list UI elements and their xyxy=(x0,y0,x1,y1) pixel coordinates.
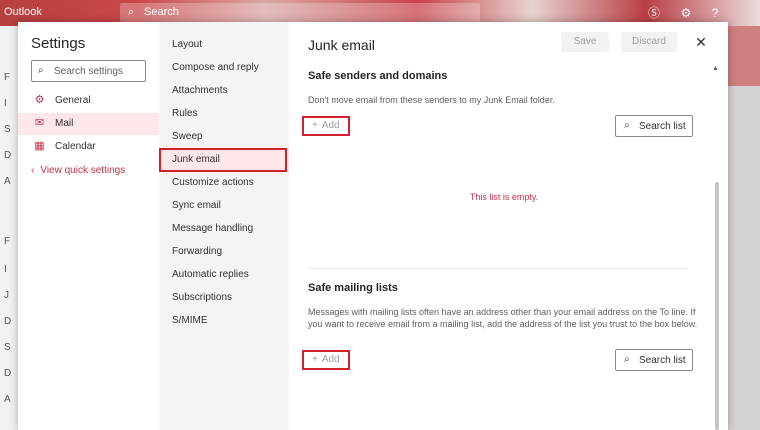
settings-dialog: Settings ⌕ Search settings ⚙ General ✉ M… xyxy=(18,22,728,430)
category-general[interactable]: ⚙ General xyxy=(18,90,159,112)
rail-letter: I xyxy=(4,264,7,275)
nav-label: Customize actions xyxy=(172,177,254,188)
rail-letter: F xyxy=(4,236,11,247)
rail-letter: D xyxy=(4,150,12,161)
search-icon: ⌕ xyxy=(624,120,630,131)
calendar-icon: ▦ xyxy=(34,140,45,152)
nav-automatic-replies[interactable]: Automatic replies xyxy=(159,264,289,286)
section-divider xyxy=(308,268,688,269)
safe-mailing-description: Messages with mailing lists often have a… xyxy=(308,307,698,329)
category-label: General xyxy=(55,95,91,106)
settings-search-input[interactable]: ⌕ Search settings xyxy=(31,60,146,82)
discard-button[interactable]: Discard xyxy=(621,32,677,52)
rail-letter: A xyxy=(4,394,11,405)
add-mailing-list-button[interactable]: + Add xyxy=(302,350,350,370)
safe-mailing-search-list-button[interactable]: ⌕ Search list xyxy=(615,349,693,371)
scrollbar-thumb[interactable] xyxy=(715,182,719,430)
safe-senders-title: Safe senders and domains xyxy=(308,70,448,82)
save-button[interactable]: Save xyxy=(561,32,609,52)
category-calendar[interactable]: ▦ Calendar xyxy=(18,136,159,158)
nav-customize-actions[interactable]: Customize actions xyxy=(159,172,289,194)
nav-label: Message handling xyxy=(172,223,254,234)
plus-icon: + xyxy=(312,354,318,365)
highlight-box xyxy=(159,148,287,172)
search-icon: ⌕ xyxy=(38,65,44,76)
category-label: Mail xyxy=(55,118,74,129)
add-button-content: + Add xyxy=(306,119,346,133)
app-left-rail: F I S D A F I J D S D A xyxy=(0,26,18,430)
add-safe-sender-button[interactable]: + Add xyxy=(302,116,350,136)
nav-label: Subscriptions xyxy=(172,292,233,303)
settings-categories-pane: Settings ⌕ Search settings ⚙ General ✉ M… xyxy=(18,22,159,430)
category-mail[interactable]: ✉ Mail xyxy=(18,113,159,135)
nav-label: Layout xyxy=(172,39,203,50)
nav-label: Attachments xyxy=(172,85,228,96)
nav-rules[interactable]: Rules xyxy=(159,103,289,125)
safe-senders-description: Don't move email from these senders to m… xyxy=(308,95,555,105)
rail-letter: I xyxy=(4,98,7,109)
junk-email-content: Junk email Save Discard ✕ ▲ Safe senders… xyxy=(289,22,728,430)
nav-sweep[interactable]: Sweep xyxy=(159,126,289,148)
app-right-background xyxy=(728,26,760,430)
skype-icon[interactable]: Ⓢ xyxy=(645,4,663,22)
search-list-label: Search list xyxy=(639,121,686,132)
mail-settings-nav: Layout Compose and reply Attachments Rul… xyxy=(159,22,289,430)
nav-label: Forwarding xyxy=(172,246,223,257)
add-label: Add xyxy=(321,120,340,131)
quick-settings-label: View quick settings xyxy=(40,165,126,176)
settings-title: Settings xyxy=(31,35,86,52)
empty-list-message: This list is empty. xyxy=(469,192,539,202)
nav-label: Automatic replies xyxy=(172,269,249,280)
search-icon: ⌕ xyxy=(128,6,135,18)
view-quick-settings-link[interactable]: ‹ View quick settings xyxy=(31,165,125,176)
nav-label: Sync email xyxy=(172,200,221,211)
app-name: Outlook xyxy=(4,6,42,18)
search-icon: ⌕ xyxy=(624,354,630,365)
rail-letter: S xyxy=(4,342,11,353)
rail-letter: D xyxy=(4,316,12,327)
chevron-left-icon: ‹ xyxy=(31,165,35,176)
rail-letter: A xyxy=(4,176,11,187)
plus-icon: + xyxy=(312,120,318,131)
global-search-placeholder: Search xyxy=(144,6,179,18)
rail-letter: F xyxy=(4,72,11,83)
page-title: Junk email xyxy=(308,37,375,53)
close-icon[interactable]: ✕ xyxy=(692,33,710,51)
nav-layout[interactable]: Layout xyxy=(159,34,289,56)
nav-subscriptions[interactable]: Subscriptions xyxy=(159,287,289,309)
nav-label: Rules xyxy=(172,108,198,119)
nav-message-handling[interactable]: Message handling xyxy=(159,218,289,240)
mail-icon: ✉ xyxy=(34,117,45,129)
global-search-box[interactable]: ⌕ Search xyxy=(120,3,480,22)
nav-attachments[interactable]: Attachments xyxy=(159,80,289,102)
scroll-up-arrow[interactable]: ▲ xyxy=(712,65,719,72)
add-button-content: + Add xyxy=(306,353,346,367)
nav-compose-and-reply[interactable]: Compose and reply xyxy=(159,57,289,79)
nav-sync-email[interactable]: Sync email xyxy=(159,195,289,217)
safe-mailing-title: Safe mailing lists xyxy=(308,282,398,294)
gear-icon: ⚙ xyxy=(34,94,45,106)
nav-forwarding[interactable]: Forwarding xyxy=(159,241,289,263)
category-label: Calendar xyxy=(55,141,96,152)
gear-icon[interactable]: ⚙ xyxy=(677,4,695,22)
add-label: Add xyxy=(321,354,340,365)
decorative-banner xyxy=(728,26,760,86)
nav-smime[interactable]: S/MIME xyxy=(159,310,289,332)
search-list-label: Search list xyxy=(639,355,686,366)
settings-search-placeholder: Search settings xyxy=(54,66,123,77)
nav-label: Sweep xyxy=(172,131,203,142)
rail-letter: S xyxy=(4,124,11,135)
rail-letter: J xyxy=(4,290,9,301)
help-icon[interactable]: ? xyxy=(706,4,724,22)
safe-senders-search-list-button[interactable]: ⌕ Search list xyxy=(615,115,693,137)
nav-label: Compose and reply xyxy=(172,62,259,73)
rail-letter: D xyxy=(4,368,12,379)
nav-label: S/MIME xyxy=(172,315,208,326)
